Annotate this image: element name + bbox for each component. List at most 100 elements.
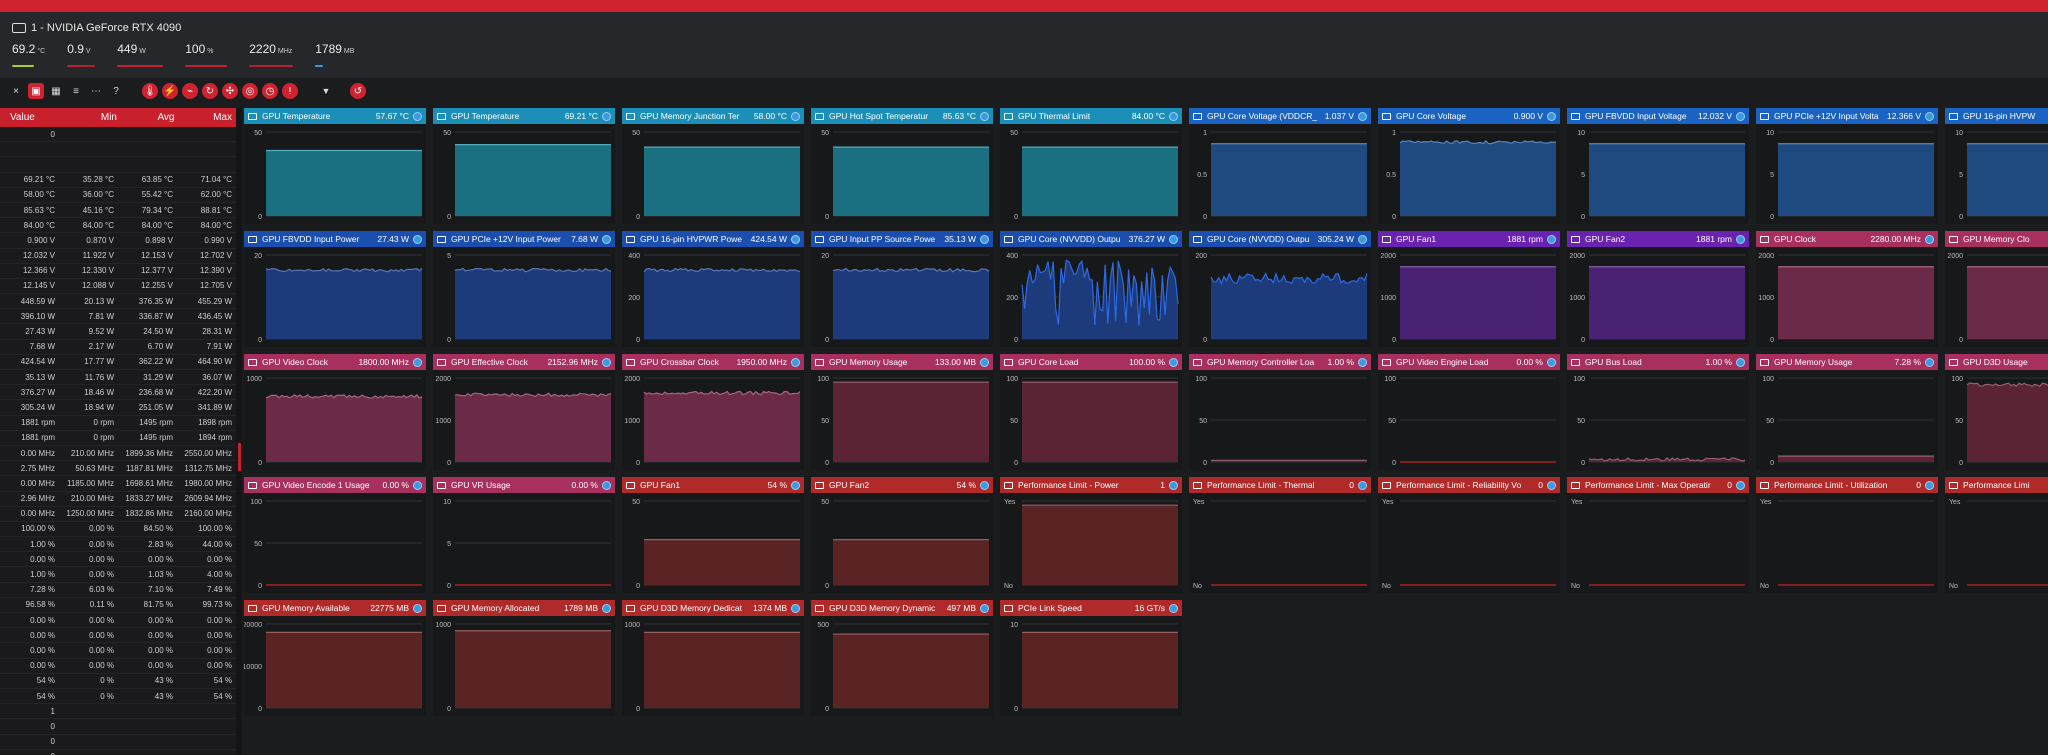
panel-header[interactable]: GPU D3D Usage — [1945, 354, 2048, 370]
table-row[interactable]: 54 % 0 % 43 % 54 % — [0, 689, 236, 705]
temperature-icon[interactable]: 🌡 — [142, 83, 158, 99]
graph-icon[interactable]: ▣ — [28, 83, 44, 99]
panel-header[interactable]: GPU FBVDD Input Voltage 12.032 V — [1567, 108, 1749, 124]
info-icon[interactable] — [980, 603, 989, 613]
info-icon[interactable] — [1547, 357, 1556, 367]
sensor-graph-panel[interactable]: GPU Fan1 1881 rpm 2000 1000 0 — [1378, 231, 1560, 347]
sensor-graph-panel[interactable]: PCIe Link Speed 16 GT/s 10 0 — [1000, 600, 1182, 716]
info-icon[interactable] — [791, 357, 800, 367]
info-icon[interactable] — [1925, 480, 1934, 490]
panel-header[interactable]: GPU Core (NVVDD) Outpu 305.24 W — [1189, 231, 1371, 247]
sensor-graph-panel[interactable]: GPU Hot Spot Temperatur 85.63 °C 50 0 — [811, 108, 993, 224]
sensor-graph-panel[interactable]: GPU Memory Controller Loa 1.00 % 100 50 0 — [1189, 354, 1371, 470]
panel-header[interactable]: GPU Fan2 1881 rpm — [1567, 231, 1749, 247]
panel-header[interactable]: GPU Core Voltage 0.900 V — [1378, 108, 1560, 124]
table-scroll-thumb[interactable] — [238, 443, 241, 471]
table-row[interactable]: 1881 rpm 0 rpm 1495 rpm 1894 rpm — [0, 431, 236, 446]
info-icon[interactable] — [1925, 234, 1934, 244]
layout-icon[interactable]: ▦ — [48, 83, 64, 99]
info-icon[interactable] — [1547, 111, 1556, 121]
filter-icon[interactable]: ▼ — [318, 83, 334, 99]
panel-header[interactable]: GPU D3D Memory Dedicat 1374 MB — [622, 600, 804, 616]
panel-header[interactable]: GPU PCIe +12V Input Volta 12.366 V — [1756, 108, 1938, 124]
sensor-graph-panel[interactable]: GPU Video Clock 1800.00 MHz 1000 0 — [244, 354, 426, 470]
table-row[interactable] — [0, 142, 236, 158]
table-row[interactable]: 1.00 % 0.00 % 2.83 % 44.00 % — [0, 537, 236, 553]
table-row[interactable]: 0 — [0, 719, 236, 735]
info-icon[interactable] — [602, 480, 611, 490]
panel-header[interactable]: GPU D3D Memory Dynamic 497 MB — [811, 600, 993, 616]
table-row[interactable]: 0.00 MHz 210.00 MHz 1899.36 MHz 2550.00 MHz — [0, 446, 236, 462]
info-icon[interactable] — [413, 357, 422, 367]
sensor-graph-panel[interactable]: Performance Limit - Power 1 Yes No — [1000, 477, 1182, 593]
info-icon[interactable] — [602, 111, 611, 121]
sensor-graph-panel[interactable]: GPU Temperature 69.21 °C 50 0 — [433, 108, 615, 224]
table-row[interactable]: 69.21 °C 35.28 °C 63.85 °C 71.04 °C — [0, 173, 236, 188]
sensor-graph-panel[interactable]: GPU Bus Load 1.00 % 100 50 0 — [1567, 354, 1749, 470]
panel-header[interactable]: GPU Hot Spot Temperatur 85.63 °C — [811, 108, 993, 124]
table-row[interactable] — [0, 157, 236, 173]
table-row[interactable]: 12.366 V 12.330 V 12.377 V 12.390 V — [0, 264, 236, 279]
panel-header[interactable]: Performance Limit - Thermal 0 — [1189, 477, 1371, 493]
info-icon[interactable] — [1358, 234, 1367, 244]
panel-header[interactable]: Performance Limit - Power 1 — [1000, 477, 1182, 493]
clock-icon[interactable]: ◷ — [262, 83, 278, 99]
panel-header[interactable]: GPU PCIe +12V Input Power 7.68 W — [433, 231, 615, 247]
table-row[interactable]: 396.10 W 7.81 W 336.87 W 436.45 W — [0, 309, 236, 325]
panel-header[interactable]: GPU Fan1 1881 rpm — [1378, 231, 1560, 247]
table-row[interactable]: 100.00 % 0.00 % 84.50 % 100.00 % — [0, 522, 236, 538]
panel-header[interactable]: GPU 16-pin HVPWR Powe 424.54 W — [622, 231, 804, 247]
panel-header[interactable]: Performance Limit - Reliability Vo 0 — [1378, 477, 1560, 493]
panel-header[interactable]: GPU Memory Clo — [1945, 231, 2048, 247]
table-row[interactable]: 1881 rpm 0 rpm 1495 rpm 1898 rpm — [0, 416, 236, 431]
table-row[interactable]: 2.96 MHz 210.00 MHz 1833.27 MHz 2609.94 MHz — [0, 492, 236, 507]
sensor-graph-panel[interactable]: GPU Video Engine Load 0.00 % 100 50 0 — [1378, 354, 1560, 470]
info-icon[interactable] — [1547, 480, 1556, 490]
panel-header[interactable]: GPU Input PP Source Powe 35.13 W — [811, 231, 993, 247]
info-icon[interactable] — [980, 111, 989, 121]
sensor-graph-panel[interactable]: GPU D3D Usage 100 50 0 — [1945, 354, 2048, 470]
panel-header[interactable]: GPU Temperature 57.67 °C — [244, 108, 426, 124]
table-row[interactable]: 12.032 V 11.922 V 12.153 V 12.702 V — [0, 249, 236, 264]
info-icon[interactable] — [1547, 234, 1556, 244]
sensor-graph-panel[interactable]: GPU Memory Usage 133.00 MB 100 50 0 — [811, 354, 993, 470]
sensor-graph-panel[interactable]: GPU D3D Memory Dedicat 1374 MB 1000 0 — [622, 600, 804, 716]
panel-header[interactable]: GPU Memory Controller Loa 1.00 % — [1189, 354, 1371, 370]
sensor-graph-panel[interactable]: Performance Limi Yes No — [1945, 477, 2048, 593]
table-row[interactable]: 0.00 % 0.00 % 0.00 % 0.00 % — [0, 552, 236, 568]
info-icon[interactable] — [602, 603, 611, 613]
table-row[interactable]: 0.900 V 0.870 V 0.898 V 0.990 V — [0, 233, 236, 249]
table-row[interactable]: 0 — [0, 127, 236, 143]
table-row[interactable]: 1 — [0, 704, 236, 720]
info-icon[interactable] — [791, 234, 800, 244]
info-icon[interactable] — [1925, 111, 1934, 121]
panel-header[interactable]: GPU Memory Usage 133.00 MB — [811, 354, 993, 370]
info-icon[interactable] — [1169, 234, 1178, 244]
sensor-graph-panel[interactable]: GPU VR Usage 0.00 % 10 5 0 — [433, 477, 615, 593]
table-row[interactable]: 2.75 MHz 50.63 MHz 1187.81 MHz 1312.75 MHz — [0, 461, 236, 477]
more-icon[interactable]: ⋯ — [88, 83, 104, 99]
panel-header[interactable]: GPU Memory Usage 7.28 % — [1756, 354, 1938, 370]
sensor-graph-panel[interactable]: GPU PCIe +12V Input Volta 12.366 V 10 5 0 — [1756, 108, 1938, 224]
help-icon[interactable]: ? — [108, 83, 124, 99]
panel-header[interactable]: GPU Core Load 100.00 % — [1000, 354, 1182, 370]
sensor-graph-panel[interactable]: GPU Core Voltage (VDDCR_ 1.037 V 1 0.5 0 — [1189, 108, 1371, 224]
sensor-graph-panel[interactable]: GPU Memory Allocated 1789 MB 1000 0 — [433, 600, 615, 716]
table-row[interactable]: 12.145 V 12.088 V 12.255 V 12.705 V — [0, 279, 236, 295]
panel-header[interactable]: GPU Core (NVVDD) Outpu 376.27 W — [1000, 231, 1182, 247]
panel-header[interactable]: Performance Limit - Utilization 0 — [1756, 477, 1938, 493]
info-icon[interactable] — [791, 603, 800, 613]
voltage-icon[interactable]: ⌁ — [182, 83, 198, 99]
sensor-graph-panel[interactable]: GPU Fan1 54 % 50 0 — [622, 477, 804, 593]
info-icon[interactable] — [1358, 357, 1367, 367]
panel-header[interactable]: GPU Effective Clock 2152.96 MHz — [433, 354, 615, 370]
panel-header[interactable]: GPU Thermal Limit 84.00 °C — [1000, 108, 1182, 124]
table-scrollbar[interactable] — [236, 108, 242, 755]
sensor-graph-panel[interactable]: GPU 16-pin HVPW 10 5 0 — [1945, 108, 2048, 224]
table-row[interactable]: 0.00 % 0.00 % 0.00 % 0.00 % — [0, 659, 236, 674]
alert-icon[interactable]: ! — [282, 83, 298, 99]
panel-header[interactable]: GPU Crossbar Clock 1950.00 MHz — [622, 354, 804, 370]
sensor-graph-panel[interactable]: GPU Input PP Source Powe 35.13 W 20 0 — [811, 231, 993, 347]
info-icon[interactable] — [1736, 234, 1745, 244]
table-row[interactable]: 27.43 W 9.52 W 24.50 W 28.31 W — [0, 324, 236, 340]
